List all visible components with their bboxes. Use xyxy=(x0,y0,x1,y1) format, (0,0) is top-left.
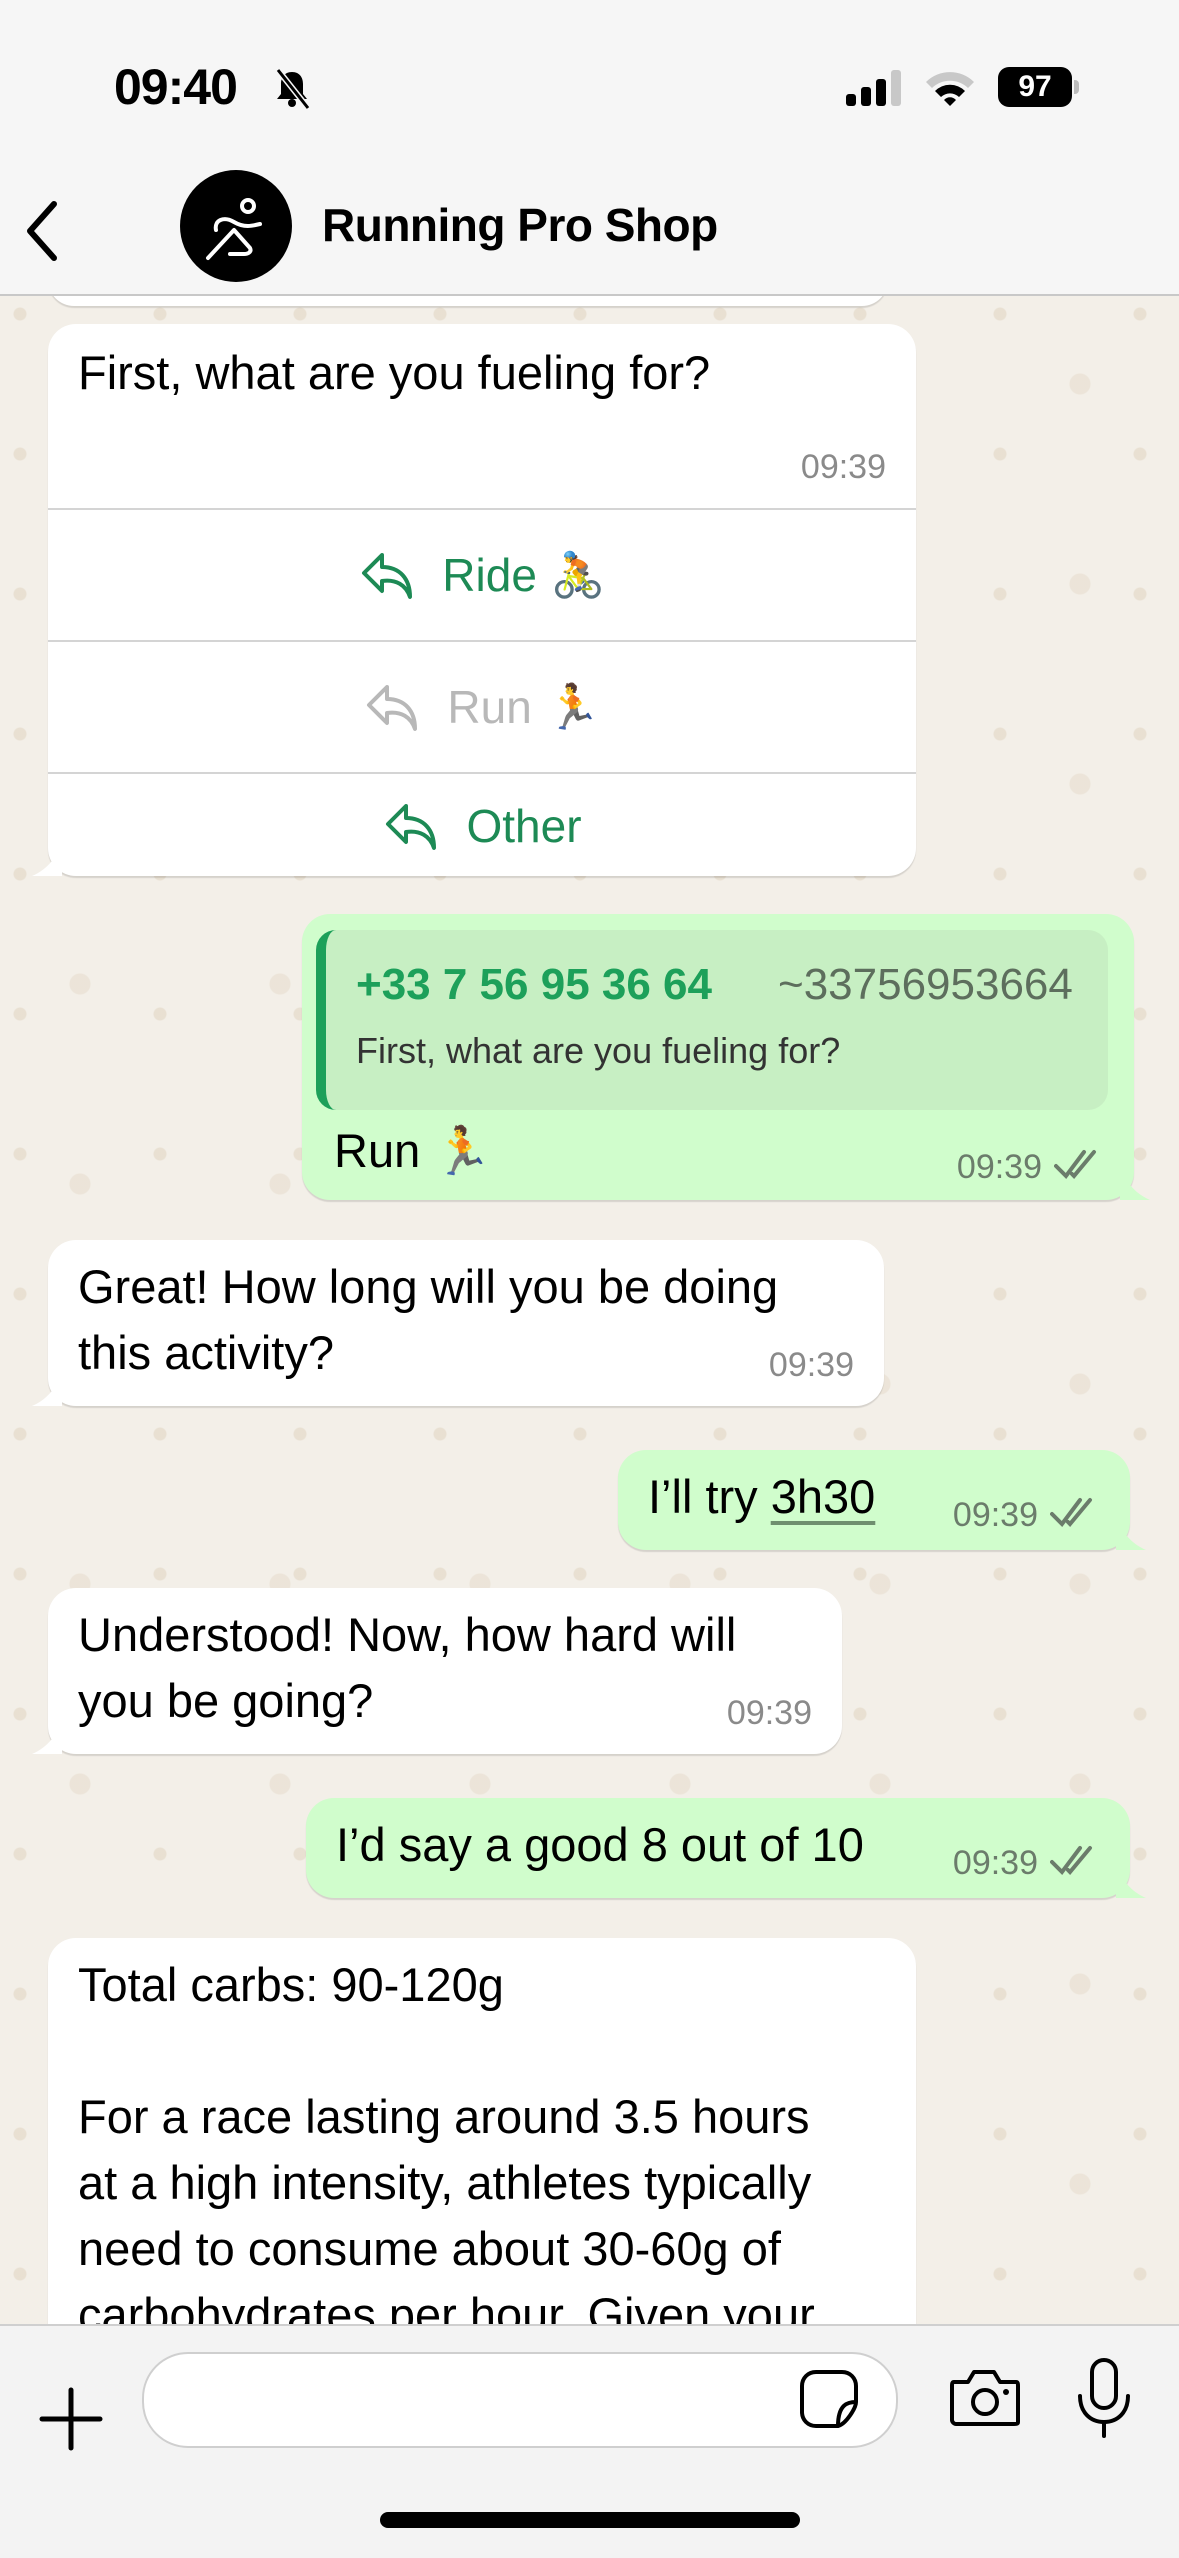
quick-reply-button-ride[interactable]: Ride 🚴 xyxy=(48,508,916,640)
chat-title[interactable]: Running Pro Shop xyxy=(322,198,718,252)
double-check-read-icon xyxy=(1050,1846,1092,1876)
status-bar: 09:40 97 xyxy=(0,0,1179,160)
message-text-line: For a race lasting around 3.5 hours xyxy=(78,2090,810,2143)
message-bubble-incoming: Great! How long will you be doing this a… xyxy=(32,1240,884,1406)
message-text-line: carbohydrates per hour. Given your xyxy=(78,2288,815,2324)
bell-slash-icon xyxy=(275,68,311,110)
battery-nub xyxy=(1074,80,1079,94)
status-time: 09:40 xyxy=(114,59,238,115)
message-bubble-incoming: Understood! Now, how hard will you be go… xyxy=(32,1588,842,1754)
message-input-bar xyxy=(0,2324,1179,2558)
quick-reply-button-run[interactable]: Run 🏃 xyxy=(48,640,916,772)
bubble-tail xyxy=(32,1724,62,1754)
message-text: I’d say a good 8 out of 10 xyxy=(336,1818,864,1871)
message-text-prefix: I’ll try xyxy=(648,1470,771,1523)
double-check-read-icon xyxy=(1050,1498,1092,1528)
message-text-line: Understood! Now, how hard will xyxy=(78,1608,737,1661)
quick-reply-button-other[interactable]: Other xyxy=(48,772,916,878)
message-bubble-outgoing: I’ll try 3h30 09:39 xyxy=(618,1450,1146,1550)
wifi-icon xyxy=(926,72,974,106)
message-text-line: this activity? xyxy=(78,1326,334,1379)
reply-icon xyxy=(362,553,413,599)
message-text-line: need to consume about 30-60g of xyxy=(78,2222,781,2275)
home-indicator[interactable] xyxy=(380,2512,800,2528)
bubble-tail xyxy=(32,846,62,876)
plus-icon[interactable] xyxy=(38,2386,104,2452)
microphone-icon[interactable] xyxy=(1076,2356,1132,2440)
camera-icon[interactable] xyxy=(948,2364,1022,2430)
message-timestamp: 09:39 xyxy=(768,1346,854,1384)
message-bubble-outgoing: +33 7 56 95 36 64 ~33756953664 First, wh… xyxy=(302,914,1150,1200)
quoted-sender-phone: +33 7 56 95 36 64 xyxy=(356,960,712,1009)
message-bubble-incoming: Total carbs: 90-120g For a race lasting … xyxy=(48,1938,916,2324)
message-text-line: at a high intensity, athletes typically xyxy=(78,2156,812,2209)
bubble-tail xyxy=(32,1376,62,1406)
quoted-sender-alias: ~33756953664 xyxy=(778,960,1073,1009)
chevron-left-icon[interactable] xyxy=(18,196,68,266)
battery-icon: 97 xyxy=(998,67,1072,107)
bubble-tail xyxy=(1120,1170,1150,1200)
bubble-tail xyxy=(1116,1868,1146,1898)
button-label: Other xyxy=(466,800,582,852)
button-label: Ride xyxy=(442,549,537,601)
runner-emoji: 🏃 xyxy=(545,683,601,732)
message-text-line: you be going? xyxy=(78,1674,374,1727)
avatar[interactable] xyxy=(180,170,292,282)
message-timestamp: 09:39 xyxy=(800,448,886,486)
message-text-line: Great! How long will you be doing xyxy=(78,1260,779,1313)
message-bubble-incoming: First, what are you fueling for? 09:39 R… xyxy=(32,324,916,878)
reply-icon xyxy=(367,685,418,731)
message-text: First, what are you fueling for? xyxy=(78,346,711,399)
detected-duration-link[interactable]: 3h30 xyxy=(771,1470,876,1523)
button-label: Run xyxy=(447,681,532,733)
cyclist-emoji: 🚴 xyxy=(550,551,606,600)
chat-header: Running Pro Shop xyxy=(0,160,1179,296)
double-check-read-icon xyxy=(1054,1150,1096,1180)
quoted-text: First, what are you fueling for? xyxy=(356,1030,841,1071)
message-input[interactable] xyxy=(142,2352,898,2448)
message-timestamp: 09:39 xyxy=(726,1694,812,1732)
message-timestamp: 09:39 xyxy=(952,1844,1038,1882)
bubble-tail xyxy=(1116,1520,1146,1550)
message-timestamp: 09:39 xyxy=(956,1148,1042,1186)
message-bubble-outgoing: I’d say a good 8 out of 10 09:39 xyxy=(306,1798,1146,1898)
reply-icon xyxy=(386,804,437,850)
quoted-message[interactable]: +33 7 56 95 36 64 ~33756953664 First, wh… xyxy=(316,930,1108,1110)
sticker-icon[interactable] xyxy=(798,2368,860,2430)
message-text-line: Total carbs: 90-120g xyxy=(78,1958,504,2011)
message-timestamp: 09:39 xyxy=(952,1496,1038,1534)
message-text: I’ll try 3h30 xyxy=(648,1464,875,1530)
cellular-signal-icon xyxy=(846,70,901,106)
message-text: Run 🏃 xyxy=(334,1124,492,1177)
chat-background: First, what are you fueling for? 09:39 R… xyxy=(0,294,1179,2324)
runner-logo-icon xyxy=(206,198,262,260)
